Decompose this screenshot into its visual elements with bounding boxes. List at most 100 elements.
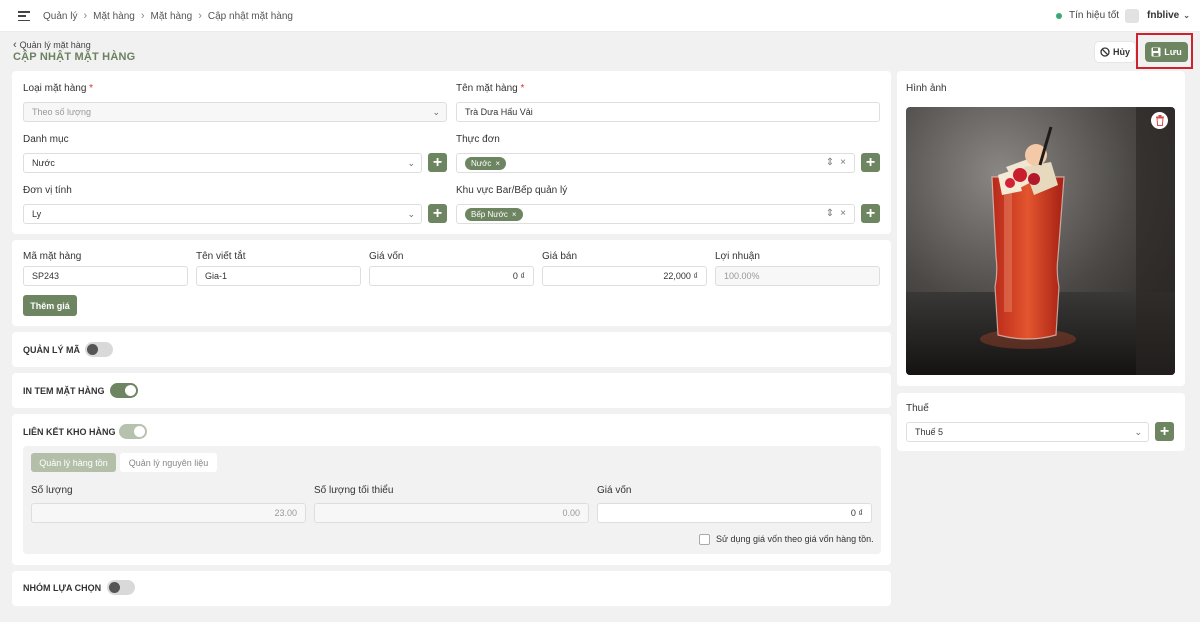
profit-label: Lợi nhuận xyxy=(715,251,760,262)
back-link[interactable]: ‹ Quản lý mặt hàng xyxy=(13,39,91,51)
item-code-label: Mã mặt hàng xyxy=(23,251,82,262)
breadcrumb-item[interactable]: Quản lý xyxy=(43,11,77,22)
connection-status-label: Tín hiệu tốt xyxy=(1069,10,1120,21)
quantity-input: 23.00 xyxy=(31,503,306,523)
item-type-select[interactable]: Theo số lượng ⌄ xyxy=(23,102,447,122)
quantity-value: 23.00 xyxy=(274,508,297,518)
select-controls: ⇕ × xyxy=(826,208,846,219)
save-label: Lưu xyxy=(1164,47,1182,57)
save-button[interactable]: Lưu xyxy=(1145,42,1188,62)
top-bar: Quản lý › Mặt hàng › Mặt hàng › Cập nhật… xyxy=(0,0,1200,32)
page-title: CẬP NHẬT MẶT HÀNG xyxy=(13,51,136,63)
category-label: Danh mục xyxy=(23,134,69,145)
stock-cost-label: Giá vốn xyxy=(597,485,632,496)
min-quantity-value: 0.00 xyxy=(562,508,580,518)
warehouse-link-label: LIÊN KẾT KHO HÀNG xyxy=(23,427,116,437)
sort-arrows-icon[interactable]: ⇕ xyxy=(826,157,834,168)
clear-icon[interactable]: × xyxy=(840,157,846,168)
chevron-down-icon: ⌄ xyxy=(407,158,415,168)
min-quantity-input: 0.00 xyxy=(314,503,589,523)
stock-cost-input[interactable]: 0 ₫ xyxy=(597,503,872,523)
clear-icon[interactable]: × xyxy=(840,208,846,219)
use-stock-cost-checkbox[interactable] xyxy=(699,534,710,545)
breadcrumb-separator-icon: › xyxy=(198,10,202,22)
sale-price-value: 22,000 ₫ xyxy=(663,271,698,281)
chevron-down-icon: ⌄ xyxy=(407,209,415,219)
option-group-toggle[interactable] xyxy=(107,580,135,595)
kitchen-area-multiselect[interactable]: Bếp Nước × ⇕ × xyxy=(456,204,855,224)
breadcrumb-separator-icon: › xyxy=(83,10,88,22)
delete-image-button[interactable] xyxy=(1151,112,1168,129)
add-price-button[interactable]: Thêm giá xyxy=(23,295,77,316)
item-code-value: SP243 xyxy=(32,271,60,281)
item-type-value: Theo số lượng xyxy=(32,107,91,117)
breadcrumb: Quản lý › Mặt hàng › Mặt hàng › Cập nhật… xyxy=(43,10,293,22)
profit-value: 100.00% xyxy=(724,271,760,281)
menu-multiselect[interactable]: Nước × ⇕ × xyxy=(456,153,855,173)
plus-icon: + xyxy=(865,204,876,222)
sale-price-input[interactable]: 22,000 ₫ xyxy=(542,266,707,286)
option-group-card xyxy=(12,571,891,606)
code-management-toggle[interactable] xyxy=(85,342,113,357)
floppy-disk-icon xyxy=(1151,47,1161,57)
avatar[interactable] xyxy=(1125,9,1139,23)
profit-input: 100.00% xyxy=(715,266,880,286)
label-print-card xyxy=(12,373,891,408)
select-controls: ⇕ × xyxy=(826,157,846,168)
category-value: Nước xyxy=(32,158,55,168)
item-code-input[interactable]: SP243 xyxy=(23,266,188,286)
add-tax-button[interactable]: + xyxy=(1155,422,1174,441)
add-kitchen-area-button[interactable]: + xyxy=(861,204,880,223)
cost-price-input[interactable]: 0 ₫ xyxy=(369,266,534,286)
breadcrumb-current: Cập nhật mặt hàng xyxy=(207,10,293,22)
tax-label: Thuế xyxy=(906,403,929,414)
tab-stock-management[interactable]: Quản lý hàng tồn xyxy=(31,453,116,472)
menu-icon[interactable] xyxy=(18,11,30,21)
kitchen-area-label: Khu vực Bar/Bếp quản lý xyxy=(456,185,568,196)
status-dot-icon xyxy=(1056,12,1062,19)
sort-arrows-icon[interactable]: ⇕ xyxy=(826,208,834,219)
cancel-button[interactable]: Hủy xyxy=(1095,42,1135,62)
breadcrumb-item[interactable]: Mặt hàng xyxy=(93,11,135,22)
breadcrumb-separator-icon: › xyxy=(140,10,145,22)
chevron-down-icon: ⌄ xyxy=(1134,427,1142,437)
back-link-label: Quản lý mặt hàng xyxy=(19,40,91,50)
add-unit-button[interactable]: + xyxy=(428,204,447,223)
item-name-input[interactable]: Trà Dưa Hấu Vải xyxy=(456,102,880,122)
stock-cost-value: 0 ₫ xyxy=(850,508,863,518)
tab-ingredient-management[interactable]: Quản lý nguyên liệu xyxy=(120,453,217,472)
item-name-value: Trà Dưa Hấu Vải xyxy=(465,107,533,117)
user-name: fnblive xyxy=(1147,10,1180,21)
ban-icon xyxy=(1100,47,1110,57)
quantity-label: Số lượng xyxy=(31,485,73,496)
unit-label: Đơn vị tính xyxy=(23,185,72,196)
unit-value: Ly xyxy=(32,209,42,219)
warehouse-link-toggle[interactable] xyxy=(119,424,147,439)
connection-status: Tín hiệu tốt xyxy=(1056,10,1119,21)
menu-label: Thực đơn xyxy=(456,134,500,145)
code-management-label: QUẢN LÝ MÃ xyxy=(23,345,80,355)
plus-icon: + xyxy=(432,153,443,171)
tax-select[interactable]: Thuế 5 ⌄ xyxy=(906,422,1149,442)
remove-chip-icon[interactable]: × xyxy=(512,210,517,219)
short-name-input[interactable]: Gia-1 xyxy=(196,266,361,286)
label-print-label: IN TEM MẶT HÀNG xyxy=(23,386,105,396)
product-photo[interactable] xyxy=(906,107,1175,375)
add-menu-button[interactable]: + xyxy=(861,153,880,172)
label-print-toggle[interactable] xyxy=(110,383,138,398)
user-menu[interactable]: fnblive ⌄ xyxy=(1147,10,1190,21)
min-quantity-label: Số lượng tối thiểu xyxy=(314,485,394,496)
cost-price-label: Giá vốn xyxy=(369,251,404,262)
category-select[interactable]: Nước ⌄ xyxy=(23,153,422,173)
item-name-label: Tên mặt hàng * xyxy=(456,83,525,94)
breadcrumb-item[interactable]: Mặt hàng xyxy=(151,11,193,22)
unit-select[interactable]: Ly ⌄ xyxy=(23,204,422,224)
kitchen-area-chip: Bếp Nước × xyxy=(465,207,523,221)
add-category-button[interactable]: + xyxy=(428,153,447,172)
plus-icon: + xyxy=(432,204,443,222)
chevron-down-icon: ⌄ xyxy=(432,107,440,117)
remove-chip-icon[interactable]: × xyxy=(495,159,500,168)
chevron-left-icon: ‹ xyxy=(13,39,17,51)
menu-chip-label: Nước xyxy=(471,158,492,168)
trash-icon xyxy=(1155,115,1164,126)
